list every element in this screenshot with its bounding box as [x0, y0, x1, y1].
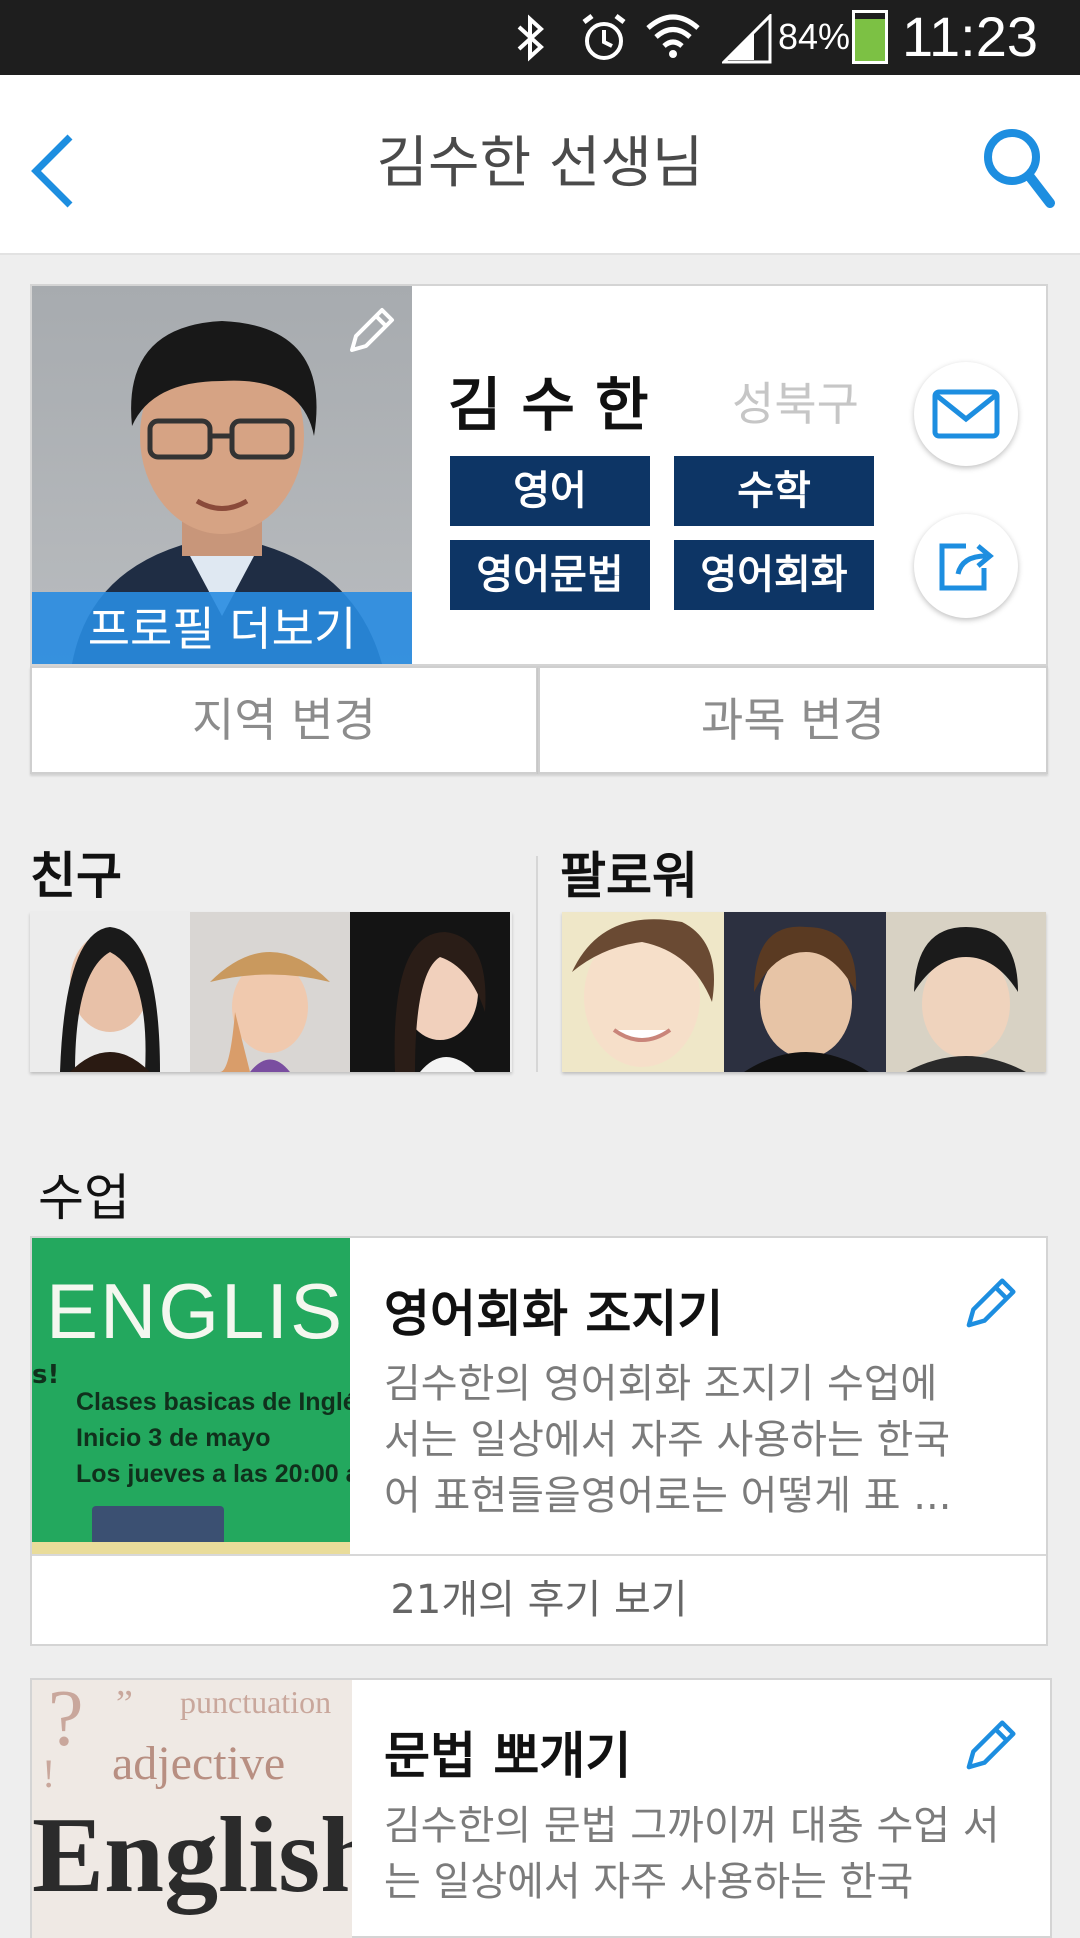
region-label: 성북구 — [732, 377, 859, 431]
lesson-image: ENGLISH s! Clases basicas de Inglé Inici… — [32, 1238, 350, 1554]
subject-tag: 영어 — [450, 456, 650, 526]
lesson-title: 문법 뽀개기 — [384, 1727, 632, 1785]
friends-strip — [30, 912, 512, 1072]
share-button[interactable] — [914, 514, 1018, 618]
lesson-description: 김수한의 문법 그까이꺼 대충 수업 서는 일상에서 자주 사용하는 한국 — [384, 1803, 1000, 1905]
profile-card: 프로필 더보기 김 수 한 성북구 영어 수학 영어문법 영어회화 — [30, 284, 1048, 666]
message-button[interactable] — [914, 362, 1018, 466]
lesson-card[interactable]: ? ” punctuation ! adjective English 문법 뽀… — [30, 1678, 1052, 1938]
share-icon — [939, 543, 994, 591]
friend-avatar[interactable] — [190, 912, 350, 1072]
mail-icon — [932, 389, 1000, 439]
battery-icon — [852, 10, 888, 64]
edit-pencil-icon[interactable] — [960, 1274, 1020, 1334]
wifi-icon — [646, 14, 700, 58]
change-subject-button[interactable]: 과목 변경 — [538, 666, 1048, 774]
search-icon[interactable] — [978, 123, 1058, 209]
divider — [536, 856, 538, 1072]
reviews-link[interactable]: 21개의 후기 보기 — [32, 1556, 1046, 1644]
nav-bar: 김수한 선생님 — [0, 75, 1080, 255]
followers-strip — [562, 912, 1046, 1072]
friend-avatar[interactable] — [30, 912, 190, 1072]
battery-percent: 84% — [778, 16, 851, 57]
back-arrow-icon[interactable] — [28, 131, 78, 211]
friend-avatar[interactable] — [350, 912, 510, 1072]
status-bar: 84% 11:23 — [0, 0, 1080, 75]
signal-icon — [722, 14, 772, 64]
subject-tag: 영어문법 — [450, 540, 650, 610]
edit-pencil-icon[interactable] — [960, 1716, 1020, 1776]
alarm-icon — [582, 14, 626, 60]
teacher-name: 김 수 한 — [448, 371, 649, 439]
follower-avatar[interactable] — [562, 912, 724, 1072]
subject-tag: 영어회화 — [674, 540, 874, 610]
subject-tag: 수학 — [674, 456, 874, 526]
bluetooth-icon — [517, 14, 544, 62]
follower-avatar[interactable] — [886, 912, 1046, 1072]
page-title: 김수한 선생님 — [376, 131, 704, 196]
clock: 11:23 — [902, 5, 1038, 68]
profile-photo[interactable]: 프로필 더보기 — [32, 286, 412, 664]
friends-title: 친구 — [30, 847, 122, 905]
lesson-image: ? ” punctuation ! adjective English — [32, 1680, 352, 1938]
lessons-title: 수업 — [38, 1169, 130, 1227]
profile-more-button[interactable]: 프로필 더보기 — [32, 592, 412, 664]
follower-avatar[interactable] — [724, 912, 886, 1072]
lesson-description: 김수한의 영어회화 조지기 수업에 서는 일상에서 자주 사용하는 한국 어 표… — [384, 1361, 952, 1519]
lesson-title: 영어회화 조지기 — [384, 1285, 724, 1343]
edit-pencil-icon[interactable] — [344, 304, 398, 358]
change-region-button[interactable]: 지역 변경 — [30, 666, 538, 774]
lesson-card[interactable]: ENGLISH s! Clases basicas de Inglé Inici… — [30, 1236, 1048, 1646]
followers-title: 팔로워 — [560, 847, 698, 905]
